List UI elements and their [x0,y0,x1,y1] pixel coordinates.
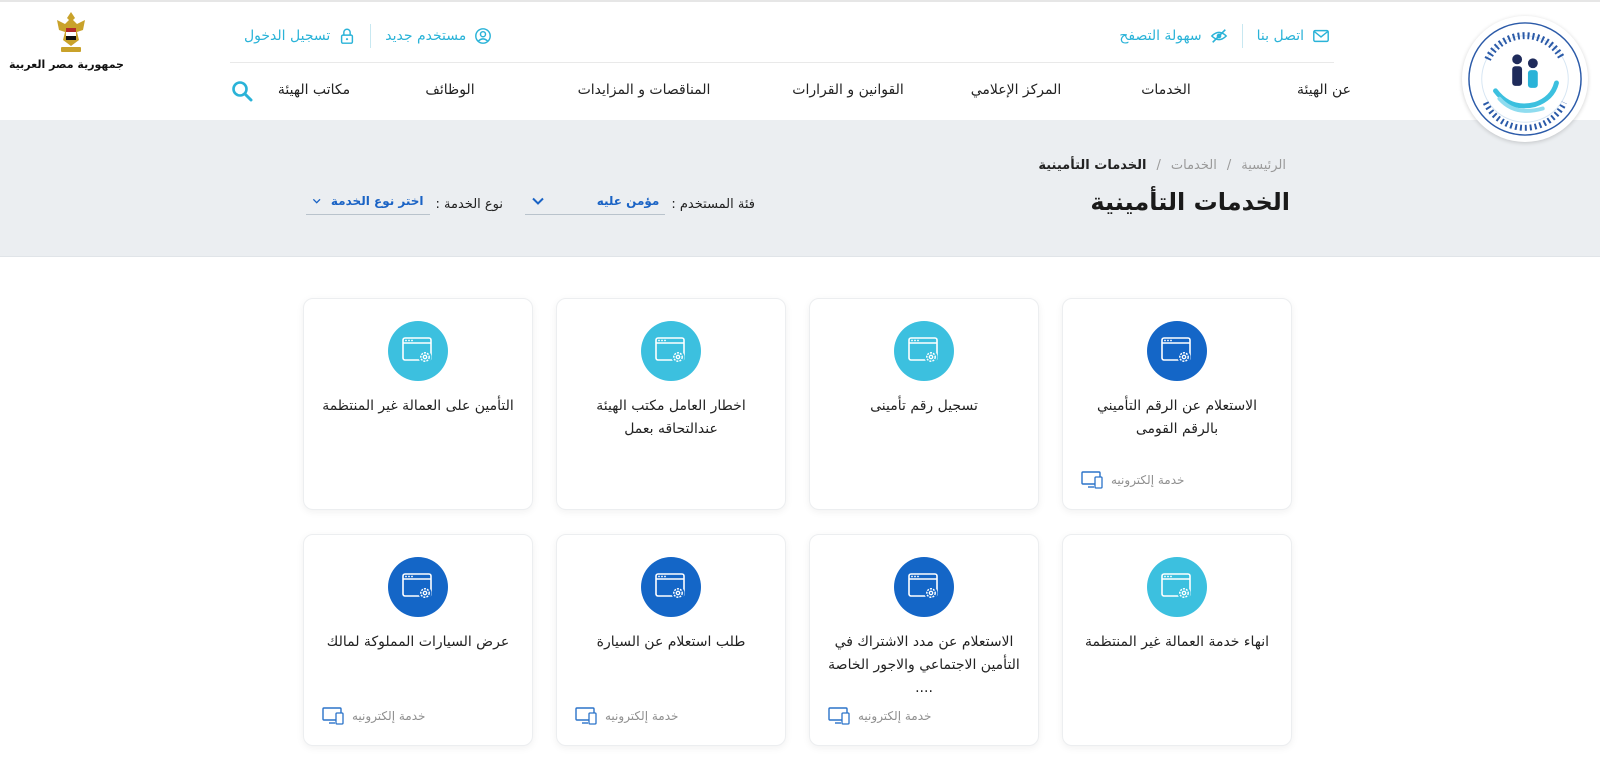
service-title: عرض السيارات المملوكة لمالك [326,634,510,650]
browser-settings-icon [655,337,685,364]
breadcrumb-services[interactable]: الخدمات [1171,158,1217,173]
page-banner: الرئيسية / الخدمات / الخدمات التأمينية ا… [0,120,1600,257]
topbar-left-links: مستخدم جديد تسجيل الدخول [244,20,492,52]
service-title: طلب استعلام عن السيارة [596,634,746,650]
topbar-separator [370,24,372,48]
service-card[interactable]: طلب استعلام عن السيارة خدمة إلكترونيه [556,534,786,746]
breadcrumb-separator: / [1156,158,1161,173]
lock-icon [341,28,354,44]
new-user-link[interactable]: مستخدم جديد [385,27,492,45]
service-icon-circle [388,321,448,381]
user-category-value: مؤمن عليه [596,194,660,208]
service-icon-circle [894,557,954,617]
service-type-label: نوع الخدمة : [435,197,503,212]
service-icon-circle [1147,557,1207,617]
mail-icon [1313,29,1329,43]
browser-settings-icon [402,573,432,600]
breadcrumb-home[interactable]: الرئيسية [1241,158,1286,173]
service-icon-circle [1147,321,1207,381]
nav-jobs[interactable]: الوظائف [425,82,474,98]
service-title: اخطار العامل مكتب الهيئة عندالتحاقه بعمل [596,398,746,437]
browser-settings-icon [402,337,432,364]
service-type-select[interactable]: اختر نوع الخدمة [305,194,430,215]
e-service-label: خدمة إلكترونيه [1111,473,1185,487]
service-card[interactable]: الاستعلام عن الرقم التأميني بالرقم القوم… [1062,298,1292,510]
service-icon-circle [641,557,701,617]
devices-icon [575,707,597,725]
nav-laws[interactable]: القوانين و القرارات [792,82,903,98]
user-circle-icon [475,28,492,44]
breadcrumb-separator: / [1226,158,1232,173]
user-category-label: فئة المستخدم : [671,197,755,212]
service-card[interactable]: عرض السيارات المملوكة لمالك خدمة إلكتروني… [303,534,533,746]
service-title: الاستعلام عن مدد الاشتراك في التأمين الا… [828,634,1020,696]
topbar-right-links: اتصل بنا سهولة التصفح [1119,20,1330,52]
eye-slash-icon [1210,29,1227,43]
e-service-label: خدمة إلكترونيه [352,709,426,723]
service-title: انهاء خدمة العمالة غير المنتظمة [1085,634,1269,650]
service-type-value: اختر نوع الخدمة [330,194,424,208]
contact-us-link[interactable]: اتصل بنا [1257,27,1330,45]
browser-settings-icon [1161,337,1191,364]
e-service-tag: خدمة إلكترونيه [575,707,678,725]
breadcrumb: الرئيسية / الخدمات / الخدمات التأمينية [1038,158,1286,173]
e-service-tag: خدمة إلكترونيه [828,707,931,725]
egypt-emblem[interactable]: جمهورية مصر العربية [9,10,124,71]
user-category-select[interactable]: مؤمن عليه [525,194,666,215]
devices-icon [1081,471,1103,489]
devices-icon [828,707,850,725]
service-card[interactable]: الاستعلام عن مدد الاشتراك في التأمين الا… [809,534,1039,746]
nav-services[interactable]: الخدمات [1141,82,1191,98]
service-title: الاستعلام عن الرقم التأميني بالرقم القوم… [1096,398,1258,437]
e-service-tag: خدمة إلكترونيه [1081,471,1184,489]
topbar-separator [1241,24,1243,48]
service-card[interactable]: التأمين على العمالة غير المنتظمة [303,298,533,510]
nosi-logo[interactable] [1462,16,1588,142]
accessibility-label: سهولة التصفح [1119,28,1202,44]
service-title: التأمين على العمالة غير المنتظمة [322,398,514,414]
search-icon[interactable] [231,80,253,102]
e-service-label: خدمة إلكترونيه [858,709,932,723]
egypt-label: جمهورية مصر العربية [9,58,124,71]
e-service-tag: خدمة إلكترونيه [322,707,425,725]
main-nav: عن الهيئة الخدمات المركز الإعلامي القوان… [225,80,1351,108]
nav-offices[interactable]: مكاتب الهيئة [278,82,350,98]
browser-settings-icon [908,573,938,600]
service-card[interactable]: انهاء خدمة العمالة غير المنتظمة [1062,534,1292,746]
header-divider [230,62,1334,63]
service-card[interactable]: اخطار العامل مكتب الهيئة عندالتحاقه بعمل [556,298,786,510]
eagle-emblem-icon [57,12,85,52]
e-service-label: خدمة إلكترونيه [605,709,679,723]
breadcrumb-current: الخدمات التأمينية [1038,158,1147,173]
service-type-filter: نوع الخدمة : اختر نوع الخدمة [305,194,503,215]
service-card[interactable]: تسجيل رقم تأمينى [809,298,1039,510]
browser-settings-icon [908,337,938,364]
accessibility-link[interactable]: سهولة التصفح [1119,27,1227,45]
nav-tenders[interactable]: المناقصات و المزايدات [578,82,711,98]
chevron-down-icon [532,197,545,205]
nav-about[interactable]: عن الهيئة [1297,82,1351,98]
devices-icon [322,707,344,725]
page-title: الخدمات التأمينية [1090,188,1290,216]
new-user-label: مستخدم جديد [385,28,467,44]
login-label: تسجيل الدخول [244,28,331,44]
login-link[interactable]: تسجيل الدخول [244,27,356,45]
chevron-down-icon [312,198,321,204]
service-icon-circle [641,321,701,381]
service-title: تسجيل رقم تأمينى [870,398,978,414]
browser-settings-icon [655,573,685,600]
site-header: جمهورية مصر العربية اتصل بنا سهولة التصف… [0,0,1600,142]
service-icon-circle [388,557,448,617]
browser-settings-icon [1161,573,1191,600]
nav-media-center[interactable]: المركز الإعلامي [971,82,1062,98]
contact-us-label: اتصل بنا [1256,28,1304,44]
service-icon-circle [894,321,954,381]
nosi-logo-icon [1468,22,1582,136]
user-category-filter: فئة المستخدم : مؤمن عليه [525,194,755,215]
